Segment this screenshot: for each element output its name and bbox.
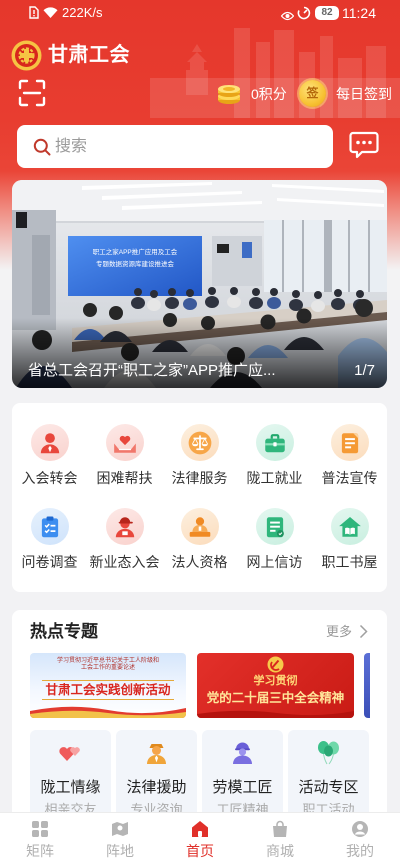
ceiling-lights: [12, 180, 387, 223]
red-ribbon-decoration: [30, 706, 186, 718]
section-title: 热点专题: [30, 622, 98, 641]
daily-checkin-label[interactable]: 每日签到: [336, 85, 392, 103]
more-link[interactable]: 更多: [326, 623, 352, 641]
message-icon[interactable]: [349, 131, 379, 164]
banner-subtext: 工会工作的重要论述: [80, 665, 135, 671]
model-worker-icon: [233, 742, 252, 764]
service-label: 网上信访: [246, 554, 303, 570]
banner-page-counter: 1/7: [354, 362, 375, 379]
service-label: 新业态入会: [89, 554, 160, 570]
banner-subtext: 学习贯彻习近平总书记关于工人阶级和: [56, 658, 159, 664]
book-house-icon: [330, 508, 369, 545]
clock: 11:24: [342, 5, 376, 21]
courier-icon: [105, 508, 144, 545]
service-label: 陇工就业: [246, 470, 303, 486]
service-online-petition[interactable]: 网上信访: [237, 487, 312, 571]
card-title: 活动专区: [298, 779, 359, 796]
lawyer-icon: [147, 744, 166, 764]
topic-banner-plenary[interactable]: 学习贯彻 党的二十届三中全会精神: [197, 653, 354, 718]
screen-text-line-2: 专题数据资源库建设推进会: [96, 259, 175, 268]
banner-photo: 职工之家APP推广应用及工会 专题数据资源库建设推进会: [12, 180, 387, 388]
meeting-screen: 职工之家APP推广应用及工会 专题数据资源库建设推进会: [68, 236, 202, 296]
banner-line-2: 党的二十届三中全会精神: [206, 691, 345, 705]
points-label[interactable]: 0积分: [251, 85, 287, 103]
profile-icon: [352, 821, 368, 837]
topic-banner-next[interactable]: [364, 653, 370, 718]
service-join-union[interactable]: 入会转会: [12, 403, 87, 487]
service-label: 职工书屋: [321, 554, 378, 570]
tab-position[interactable]: 阵地: [80, 813, 160, 866]
position-icon: [112, 822, 128, 836]
home-icon: [192, 821, 208, 837]
banner-line-1: 学习贯彻: [253, 675, 298, 687]
legal-person-icon: [180, 508, 219, 545]
battery-indicator: 82: [315, 6, 339, 20]
service-legal[interactable]: 法律服务: [162, 403, 237, 487]
tab-home[interactable]: 首页: [160, 813, 240, 866]
union-logo: [11, 40, 42, 76]
search-icon: [33, 138, 51, 161]
search-bar[interactable]: [17, 125, 333, 168]
bottom-tab-bar: 矩阵 阵地 首页 商城 我的: [0, 812, 400, 866]
coin-stack-icon[interactable]: [216, 81, 242, 110]
tab-profile[interactable]: 我的: [320, 813, 400, 866]
service-label: 法人资格: [171, 554, 228, 570]
tab-label: 我的: [346, 843, 374, 859]
card-title: 陇工情缘: [40, 779, 101, 796]
service-label: 入会转会: [21, 470, 78, 486]
helping-hands-icon: [105, 424, 144, 461]
app-name: 甘肃工会: [48, 44, 130, 66]
service-new-business-join[interactable]: 新业态入会: [87, 487, 162, 571]
card-title: 法律援助: [126, 779, 187, 796]
tab-label: 首页: [186, 843, 214, 859]
wave-decoration: [197, 710, 354, 718]
online-petition-icon: [255, 508, 294, 545]
tab-label: 阵地: [106, 843, 134, 859]
service-label: 法律服务: [171, 470, 228, 486]
party-emblem-icon: [267, 656, 284, 673]
scales-icon: [180, 424, 219, 461]
tab-label: 矩阵: [26, 843, 54, 859]
tab-shop[interactable]: 商城: [240, 813, 320, 866]
eye-icon: [280, 8, 295, 26]
briefcase-icon: [255, 424, 294, 461]
service-hardship-aid[interactable]: 困难帮扶: [87, 403, 162, 487]
service-label: 问卷调查: [21, 554, 78, 570]
tab-matrix[interactable]: 矩阵: [0, 813, 80, 866]
data-saver-icon: [297, 6, 311, 25]
law-document-icon: [330, 424, 369, 461]
service-survey[interactable]: 问卷调查: [12, 487, 87, 571]
topic-banner-innovation[interactable]: 学习贯彻习近平总书记关于工人阶级和 工会工作的重要论述 甘肃工会实践创新活动: [30, 653, 186, 718]
service-legal-person[interactable]: 法人资格: [162, 487, 237, 571]
checkin-coin-icon[interactable]: 签: [299, 80, 326, 107]
join-union-icon: [30, 424, 69, 461]
sim-icon: [29, 6, 39, 24]
balloons-icon: [318, 741, 339, 765]
topic-banner-carousel[interactable]: 学习贯彻习近平总书记关于工人阶级和 工会工作的重要论述 甘肃工会实践创新活动 学…: [30, 653, 370, 718]
chevron-right-icon[interactable]: [359, 624, 368, 644]
left-wall: [12, 210, 56, 330]
service-worker-library[interactable]: 职工书屋: [312, 487, 387, 571]
hot-topics-section: 热点专题 更多 学习贯彻习近平总书记关于工人阶级和 工会工作的重要论述 甘肃工会…: [12, 610, 387, 840]
banner-caption: 省总工会召开“职工之家”APP推广应...: [28, 362, 276, 379]
service-law-promotion[interactable]: 普法宣传: [312, 403, 387, 487]
banner-title: 甘肃工会实践创新活动: [45, 683, 171, 697]
service-label: 困难帮扶: [96, 470, 153, 486]
card-title: 劳模工匠: [212, 779, 273, 796]
service-grid: 入会转会 困难帮扶 法律服务 陇工就业 普法宣传 问卷调查 新业态入会 法人资格…: [12, 403, 387, 592]
matrix-icon: [32, 821, 48, 837]
hearts-icon: [59, 747, 80, 761]
clipboard-icon: [30, 508, 69, 545]
scan-icon[interactable]: [18, 79, 46, 112]
service-employment[interactable]: 陇工就业: [237, 403, 312, 487]
search-input[interactable]: [55, 125, 315, 168]
network-speed: 222K/s: [62, 5, 103, 20]
wifi-icon: [43, 6, 58, 24]
news-banner[interactable]: 职工之家APP推广应用及工会 专题数据资源库建设推进会 省总工会召开“职工之家”…: [12, 180, 387, 388]
service-label: 普法宣传: [321, 470, 378, 486]
screen-text-line-1: 职工之家APP推广应用及工会: [93, 247, 178, 256]
tab-label: 商城: [266, 843, 294, 859]
shop-icon: [273, 820, 287, 837]
